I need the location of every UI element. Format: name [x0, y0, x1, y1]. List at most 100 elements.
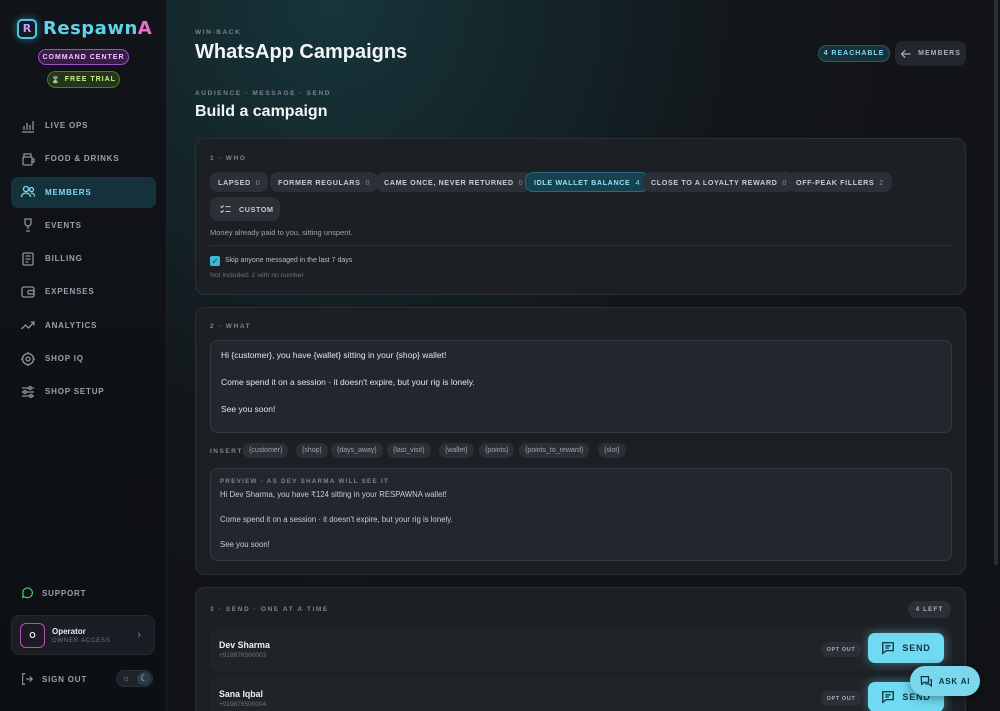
theme-toggle[interactable]: ☼ ☾	[116, 670, 153, 687]
sidebar-nav: LIVE OPS FOOD & DRINKS MEMBERS EVENTS BI…	[11, 110, 156, 410]
segment-chip-idle-wallet[interactable]: IDLE WALLET BALANCE 4	[525, 172, 650, 192]
whatsapp-icon	[21, 587, 33, 599]
who-label: 1 · WHO	[210, 155, 247, 162]
not-included-note: Not included: 2 with no number	[210, 272, 304, 279]
custom-label: CUSTOM	[239, 204, 274, 214]
sidebar-item-live-ops[interactable]: LIVE OPS	[11, 110, 156, 141]
send-button-label: SEND	[902, 643, 931, 653]
scrollbar[interactable]	[994, 0, 998, 565]
preview-label: PREVIEW · AS DEV SHARMA WILL SEE IT	[220, 478, 390, 485]
cup-icon	[22, 153, 35, 166]
page-title: WhatsApp Campaigns	[195, 41, 408, 63]
token-customer[interactable]: {customer}	[243, 443, 289, 458]
recipient-name: Sana Iqbal	[219, 689, 263, 699]
sidebar-item-shop-setup[interactable]: SHOP SETUP	[11, 376, 156, 407]
logout-icon	[22, 673, 34, 685]
ask-ai-label: ASK AI	[938, 676, 971, 686]
sidebar-item-label: SHOP SETUP	[45, 387, 105, 397]
bar-chart-icon	[22, 120, 34, 133]
sidebar-item-label: SHOP IQ	[45, 354, 84, 364]
gear-brain-icon	[21, 351, 35, 366]
free-trial-badge: ⌛ FREE TRIAL	[47, 71, 120, 88]
moon-icon: ☾	[137, 672, 151, 685]
token-points[interactable]: {points}	[479, 443, 515, 458]
token-wallet[interactable]: {wallet}	[439, 443, 474, 458]
operator-role: OWNER ACCESS	[52, 637, 111, 644]
brand-name: RespawnA	[43, 18, 152, 39]
checklist-icon	[220, 204, 231, 213]
token-points-to-reward[interactable]: {points_to_reward}	[519, 443, 590, 458]
support-link[interactable]: SUPPORT	[11, 582, 156, 604]
brand-name-part1: Respawn	[43, 18, 138, 39]
token-shop[interactable]: {shop}	[296, 443, 328, 458]
segment-chip-loyalty-reward[interactable]: CLOSE TO A LOYALTY REWARD 0	[643, 172, 796, 192]
segment-label: IDLE WALLET BALANCE	[534, 177, 631, 187]
custom-segment-button[interactable]: CUSTOM	[210, 197, 280, 221]
segment-chip-lapsed[interactable]: LAPSED 0	[210, 172, 269, 192]
segment-chip-off-peak[interactable]: OFF-PEAK FILLERS 2	[788, 172, 892, 192]
members-button-label: MEMBERS	[918, 50, 961, 57]
brand-name-part2: A	[137, 18, 153, 39]
sidebar: R RespawnA COMMAND CENTER ⌛ FREE TRIAL L…	[0, 0, 167, 711]
segment-label: LAPSED	[218, 177, 251, 187]
segment-label: OFF-PEAK FILLERS	[796, 177, 875, 187]
message-icon	[882, 642, 895, 655]
receipt-icon	[22, 252, 34, 266]
segment-label: FORMER REGULARS	[278, 177, 361, 187]
segment-chip-came-once[interactable]: CAME ONCE, NEVER RETURNED 0	[376, 172, 532, 192]
opt-out-button[interactable]: OPT OUT	[821, 642, 861, 657]
operator-card[interactable]: O Operator OWNER ACCESS ›	[11, 615, 155, 655]
recipient-row: Dev Sharma +919876500003 OPT OUT SEND	[210, 628, 952, 671]
builder-eyebrow: AUDIENCE · MESSAGE · SEND	[195, 90, 332, 97]
header-eyebrow: WIN-BACK	[195, 29, 242, 36]
message-icon	[882, 691, 895, 704]
segment-count: 2	[879, 177, 884, 187]
sidebar-item-label: FOOD & DRINKS	[45, 154, 120, 164]
send-label: 3 · SEND · ONE AT A TIME	[210, 606, 329, 613]
sidebar-item-analytics[interactable]: ANALYTICS	[11, 310, 156, 341]
what-card: 2 · WHAT Hi {customer}, you have {wallet…	[195, 307, 966, 575]
segment-label: CLOSE TO A LOYALTY REWARD	[651, 177, 778, 187]
users-icon	[20, 185, 36, 198]
sidebar-item-food-drinks[interactable]: FOOD & DRINKS	[11, 143, 156, 174]
sidebar-item-expenses[interactable]: EXPENSES	[11, 276, 156, 307]
back-to-members-button[interactable]: MEMBERS	[895, 41, 966, 66]
skip-recent-label: Skip anyone messaged in the last 7 days	[225, 257, 353, 264]
arrow-left-icon	[900, 49, 911, 58]
segment-count: 0	[518, 177, 524, 187]
main-content: WIN-BACK WhatsApp Campaigns 4 REACHABLE …	[167, 0, 1000, 711]
sidebar-item-label: MEMBERS	[45, 187, 92, 197]
skip-recent-checkbox[interactable]: ✓	[210, 256, 220, 266]
what-label: 2 · WHAT	[210, 323, 252, 330]
hourglass-icon: ⌛	[51, 76, 61, 84]
message-line	[221, 390, 941, 404]
trend-icon	[21, 321, 35, 330]
sidebar-item-label: BILLING	[45, 254, 83, 264]
segment-count: 0	[255, 177, 261, 187]
sidebar-item-shop-iq[interactable]: SHOP IQ	[11, 343, 156, 374]
sidebar-item-events[interactable]: EVENTS	[11, 210, 156, 241]
logo-mark-icon: R	[17, 18, 37, 39]
message-line: Come spend it on a session · it doesn't …	[221, 377, 475, 387]
segment-label: CAME ONCE, NEVER RETURNED	[384, 177, 514, 187]
token-slot[interactable]: {slot}	[598, 443, 626, 458]
opt-out-button[interactable]: OPT OUT	[821, 691, 861, 706]
avatar: O	[20, 622, 45, 648]
sidebar-item-billing[interactable]: BILLING	[11, 243, 156, 274]
operator-name: Operator	[52, 626, 86, 636]
token-last-visit[interactable]: {last_visit}	[387, 443, 431, 458]
sidebar-item-members[interactable]: MEMBERS	[11, 176, 156, 208]
trophy-icon	[24, 218, 32, 233]
segment-description: Money already paid to you, sitting unspe…	[210, 228, 353, 237]
message-textarea[interactable]: Hi {customer}, you have {wallet} sitting…	[210, 340, 952, 433]
preview-line	[220, 502, 942, 515]
brand-logo[interactable]: R RespawnA	[17, 18, 152, 39]
ask-ai-button[interactable]: ASK AI	[910, 666, 980, 696]
chevron-right-icon: ›	[137, 629, 141, 641]
token-days-away[interactable]: {days_away}	[331, 443, 383, 458]
message-line	[221, 363, 941, 377]
reachable-badge: 4 REACHABLE	[818, 45, 890, 62]
preview-line: Hi Dev Sharma, you have ₹124 sitting in …	[220, 490, 447, 499]
send-button[interactable]: SEND	[868, 633, 944, 663]
segment-chip-former-regulars[interactable]: FORMER REGULARS 0	[270, 172, 379, 192]
